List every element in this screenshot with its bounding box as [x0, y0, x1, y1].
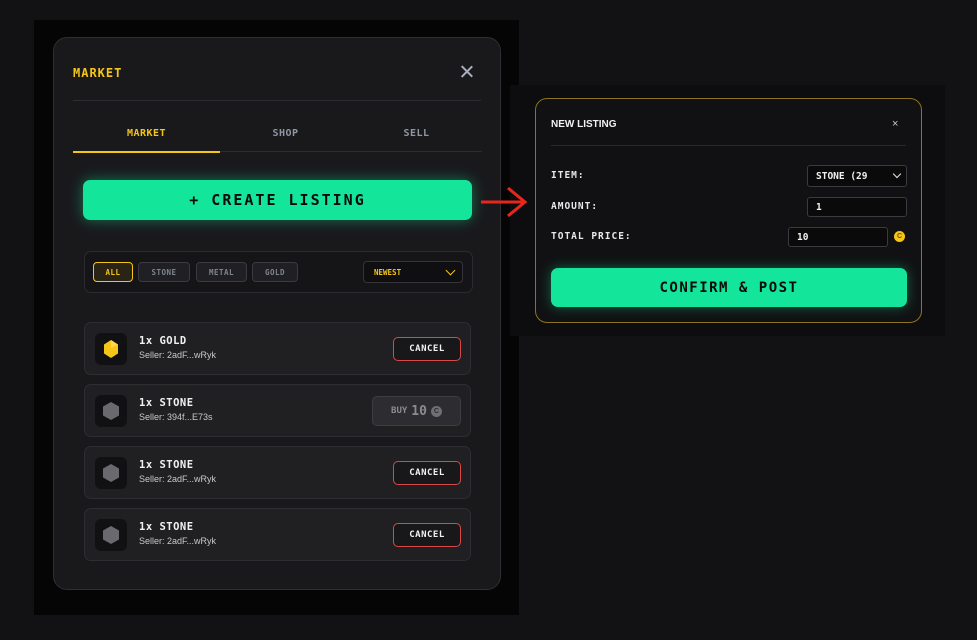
tab-bar: MARKET SHOP SELL	[73, 126, 482, 153]
confirm-post-button[interactable]: CONFIRM & POST	[551, 268, 907, 307]
tab-shop[interactable]: SHOP	[220, 126, 351, 151]
total-price-label: TOTAL PRICE:	[551, 231, 632, 242]
sort-select[interactable]: NEWEST	[363, 261, 463, 283]
market-title: MARKET	[73, 66, 123, 80]
sort-value: NEWEST	[374, 267, 402, 277]
filter-metal[interactable]: METAL	[196, 262, 247, 282]
item-select-value: STONE (29	[816, 170, 868, 182]
cancel-button[interactable]: CANCEL	[393, 337, 461, 361]
item-seller: Seller: 2adF...wRyk	[139, 536, 217, 546]
market-panel: MARKET MARKET SHOP SELL + CREATE LISTING…	[53, 37, 501, 590]
buy-button[interactable]: BUY 10 C	[372, 396, 461, 426]
filter-stone[interactable]: STONE	[138, 262, 190, 282]
stone-icon	[95, 519, 127, 551]
listing-row: 1x GOLD Seller: 2adF...wRyk CANCEL	[84, 322, 471, 375]
item-name: 1x GOLD	[139, 335, 187, 347]
buy-label: BUY	[391, 406, 408, 416]
arrow-right-icon	[481, 186, 528, 218]
buy-price: 10	[411, 403, 427, 419]
listing-row: 1x STONE Seller: 2adF...wRyk CANCEL	[84, 446, 471, 499]
item-seller: Seller: 2adF...wRyk	[139, 350, 217, 360]
tab-sell[interactable]: SELL	[351, 126, 482, 151]
chevron-down-icon	[892, 169, 902, 179]
amount-input[interactable]	[807, 197, 907, 217]
chevron-down-icon	[445, 265, 456, 276]
modal-divider	[551, 145, 906, 146]
filter-bar: ALL STONE METAL GOLD NEWEST	[84, 251, 473, 293]
stone-icon	[95, 395, 127, 427]
amount-label: AMOUNT:	[551, 201, 599, 212]
stone-icon	[95, 457, 127, 489]
item-seller: Seller: 2adF...wRyk	[139, 474, 217, 484]
coin-icon: C	[894, 231, 905, 242]
cancel-button[interactable]: CANCEL	[393, 461, 461, 485]
filter-gold[interactable]: GOLD	[252, 262, 298, 282]
item-select[interactable]: STONE (29	[807, 165, 907, 187]
tab-market[interactable]: MARKET	[73, 126, 220, 153]
filter-all[interactable]: ALL	[93, 262, 133, 282]
gold-icon	[95, 333, 127, 365]
new-listing-modal: NEW LISTING × ITEM: STONE (29 AMOUNT: TO…	[535, 98, 922, 323]
item-label: ITEM:	[551, 170, 585, 181]
item-seller: Seller: 394f...E73s	[139, 412, 213, 422]
create-listing-button[interactable]: + CREATE LISTING	[83, 180, 472, 220]
item-name: 1x STONE	[139, 521, 194, 533]
total-price-input[interactable]	[788, 227, 888, 247]
listing-row: 1x STONE Seller: 2adF...wRyk CANCEL	[84, 508, 471, 561]
close-icon[interactable]: ×	[892, 118, 898, 130]
modal-title: NEW LISTING	[551, 119, 617, 130]
item-name: 1x STONE	[139, 397, 194, 409]
item-name: 1x STONE	[139, 459, 194, 471]
coin-icon: C	[430, 405, 442, 417]
cancel-button[interactable]: CANCEL	[393, 523, 461, 547]
close-icon[interactable]	[457, 62, 477, 82]
listing-row: 1x STONE Seller: 394f...E73s BUY 10 C	[84, 384, 471, 437]
header-divider	[73, 100, 481, 101]
